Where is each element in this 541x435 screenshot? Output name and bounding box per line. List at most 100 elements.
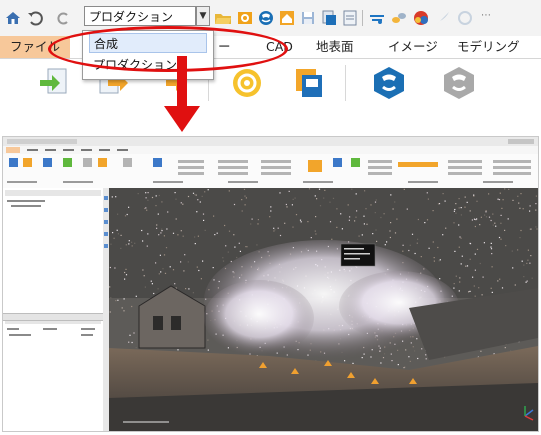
refresh-scan-icon[interactable] bbox=[228, 65, 266, 101]
point bbox=[109, 311, 111, 313]
point bbox=[146, 209, 148, 211]
point bbox=[520, 229, 522, 232]
point bbox=[417, 357, 419, 360]
point bbox=[187, 195, 190, 198]
tab-terrain[interactable]: 地表面 bbox=[316, 36, 354, 58]
point bbox=[142, 269, 144, 271]
feather-icon[interactable] bbox=[434, 9, 452, 27]
point bbox=[453, 283, 455, 285]
point bbox=[535, 209, 537, 211]
tab-image[interactable]: イメージ bbox=[388, 36, 438, 58]
point bbox=[485, 216, 488, 218]
point bbox=[474, 269, 476, 271]
point bbox=[257, 223, 259, 225]
point bbox=[417, 238, 419, 240]
sync-icon[interactable] bbox=[456, 9, 474, 27]
point bbox=[160, 232, 162, 234]
point bbox=[490, 219, 492, 222]
point bbox=[529, 210, 531, 212]
point bbox=[243, 188, 246, 190]
point bbox=[177, 234, 179, 236]
mode-select[interactable]: プロダクション bbox=[84, 6, 196, 26]
app-tab[interactable] bbox=[99, 149, 110, 151]
point-cloud-viewport[interactable] bbox=[109, 188, 538, 431]
point bbox=[158, 273, 160, 275]
point bbox=[202, 260, 204, 262]
point bbox=[315, 233, 317, 235]
doc-icon[interactable] bbox=[341, 9, 359, 27]
point bbox=[491, 291, 493, 293]
point bbox=[172, 269, 175, 271]
point bbox=[224, 224, 226, 227]
undo-icon[interactable] bbox=[26, 9, 44, 27]
point bbox=[134, 242, 136, 244]
save-icon[interactable] bbox=[299, 9, 317, 27]
point bbox=[474, 225, 476, 228]
point bbox=[165, 247, 168, 249]
point bbox=[424, 222, 426, 224]
point bbox=[273, 230, 275, 232]
app-tab[interactable] bbox=[63, 149, 74, 151]
scan-icon[interactable] bbox=[257, 9, 275, 27]
rgb-icon[interactable] bbox=[412, 9, 430, 27]
point bbox=[169, 266, 171, 268]
point bbox=[199, 201, 201, 203]
point bbox=[444, 200, 446, 202]
point bbox=[128, 341, 130, 343]
house-icon[interactable] bbox=[278, 9, 296, 27]
sketchup-icon[interactable] bbox=[370, 65, 408, 101]
point bbox=[164, 272, 167, 274]
point bbox=[236, 256, 238, 259]
point bbox=[344, 360, 346, 362]
point bbox=[370, 204, 372, 206]
image-icon[interactable] bbox=[236, 9, 254, 27]
point bbox=[460, 237, 462, 239]
point bbox=[488, 193, 490, 195]
link-icon[interactable] bbox=[390, 9, 408, 27]
app-tab[interactable] bbox=[117, 149, 128, 151]
point bbox=[358, 235, 360, 237]
point bbox=[207, 339, 209, 341]
point bbox=[172, 232, 175, 234]
point bbox=[464, 196, 466, 198]
open-folder-icon[interactable] bbox=[214, 9, 232, 27]
point bbox=[128, 240, 130, 242]
point bbox=[494, 222, 496, 224]
home-icon[interactable] bbox=[4, 9, 22, 27]
tab-modeling[interactable]: モデリング bbox=[457, 36, 520, 58]
app-tab-file[interactable] bbox=[6, 147, 20, 153]
point bbox=[417, 218, 419, 221]
point bbox=[492, 213, 494, 215]
panel-splitter[interactable] bbox=[3, 313, 103, 321]
point bbox=[394, 201, 396, 203]
point bbox=[455, 212, 457, 214]
mode-select-dropdown-arrow[interactable]: ▼ bbox=[196, 6, 210, 26]
point bbox=[284, 222, 286, 224]
point bbox=[202, 213, 205, 215]
measure-icon[interactable] bbox=[368, 9, 386, 27]
import-icon[interactable] bbox=[36, 65, 74, 101]
point bbox=[109, 266, 111, 269]
point bbox=[192, 192, 195, 194]
point bbox=[536, 228, 538, 230]
point bbox=[177, 349, 179, 351]
app-tab[interactable] bbox=[81, 149, 92, 151]
sketchup-disabled-icon[interactable] bbox=[440, 65, 478, 101]
app-tab[interactable] bbox=[27, 149, 38, 151]
point bbox=[459, 236, 461, 238]
redo-icon[interactable] bbox=[56, 9, 68, 27]
point bbox=[397, 364, 399, 366]
point bbox=[497, 280, 499, 282]
app-tab[interactable] bbox=[45, 149, 56, 151]
point bbox=[504, 347, 506, 349]
point bbox=[530, 228, 532, 230]
point bbox=[460, 207, 462, 209]
layers-icon[interactable] bbox=[320, 9, 338, 27]
point bbox=[195, 194, 197, 196]
point bbox=[201, 195, 203, 197]
more-icon[interactable]: ⋯ bbox=[481, 10, 491, 21]
point bbox=[147, 233, 149, 235]
ribbon-divider bbox=[345, 65, 346, 101]
point bbox=[469, 243, 472, 245]
layer-export-icon[interactable] bbox=[290, 65, 328, 101]
